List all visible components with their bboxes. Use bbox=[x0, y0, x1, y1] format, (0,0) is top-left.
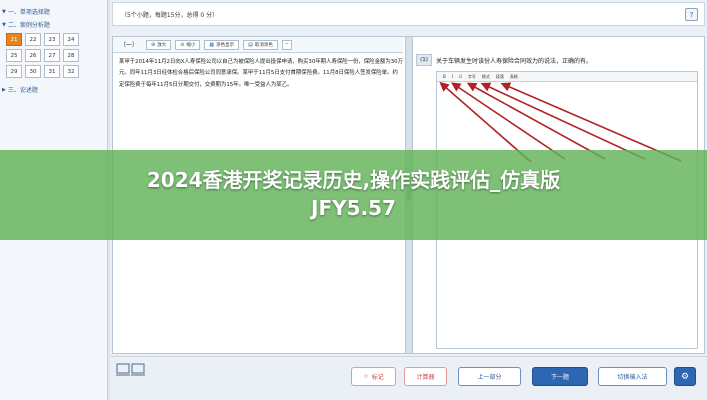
question-number-button[interactable]: 27 bbox=[44, 49, 60, 62]
mark-label: 标记 bbox=[371, 374, 384, 381]
passage-toolbar: （一） ⊕ 放大 ⊖ 缩小 ▦ 涂色显示 ▤ 取消涂色 − bbox=[113, 37, 403, 53]
underline-button[interactable]: U bbox=[459, 74, 462, 79]
sidebar-section-label: 一、单项选择题 bbox=[7, 9, 50, 16]
format-button[interactable]: 格式 bbox=[482, 74, 490, 80]
section-info-bar: （5个小题，每题15分，总得 0 分） ? bbox=[112, 2, 705, 26]
exam-screen: ▼ 一、单项选择题 ▼ 二、案例分析题 21 22 23 24 25 26 27… bbox=[0, 0, 707, 400]
calculator-icon[interactable] bbox=[116, 363, 146, 377]
clear-highlight-button[interactable]: ▤ 取消涂色 bbox=[243, 39, 278, 50]
zoom-out-icon: ⊖ bbox=[180, 41, 185, 48]
collapse-button[interactable]: − bbox=[281, 39, 292, 50]
gear-icon: ⚙ bbox=[680, 371, 690, 382]
zoom-in-button[interactable]: ⊕ 放大 bbox=[146, 39, 172, 50]
sub-question-number: (1) bbox=[416, 54, 432, 66]
zoom-out-button[interactable]: ⊖ 缩小 bbox=[175, 39, 201, 50]
font-size-button[interactable]: 字号 bbox=[468, 74, 476, 80]
previous-part-label: 上一部分 bbox=[477, 374, 502, 381]
bold-button[interactable]: B bbox=[443, 74, 446, 79]
table-button[interactable]: 表格 bbox=[510, 74, 518, 80]
zoom-in-icon: ⊕ bbox=[151, 41, 156, 48]
question-number-button[interactable]: 23 bbox=[44, 33, 60, 46]
settings-button[interactable]: ⚙ bbox=[674, 367, 696, 386]
switch-input-method-label: 切换输入法 bbox=[617, 374, 648, 381]
question-number-button[interactable]: 26 bbox=[25, 49, 41, 62]
help-icon: ? bbox=[689, 10, 694, 19]
banner-title: 2024香港开奖记录历史,操作实践评估_仿真版 JFY5.57 bbox=[0, 166, 707, 222]
question-number-button[interactable]: 29 bbox=[6, 65, 22, 78]
footer-bar: ☆ 标记 计算器 上一部分 下一题 切换输入法 ⚙ bbox=[110, 356, 707, 400]
highlight-icon: ▦ bbox=[209, 41, 215, 48]
case-label: （一） bbox=[120, 42, 139, 49]
previous-part-button[interactable]: 上一部分 bbox=[458, 367, 521, 386]
sidebar-section-single-choice[interactable]: ▼ 一、单项选择题 bbox=[0, 6, 107, 17]
expand-triangle-icon: ▼ bbox=[2, 8, 6, 15]
question-number-button[interactable]: 22 bbox=[25, 33, 41, 46]
zoom-out-label: 缩小 bbox=[186, 42, 196, 48]
calculator-label: 计算器 bbox=[416, 374, 435, 381]
sub-question-text: 关于车辆发生时该份人寿保险合同效力的说法，正确的有。 bbox=[436, 58, 593, 65]
case-passage: 某甲于2014年11月2日向X人寿保险公司以自己为被保险人提出投保申请，购买30… bbox=[119, 59, 403, 88]
help-button[interactable]: ? bbox=[685, 8, 698, 21]
next-question-label: 下一题 bbox=[550, 374, 569, 381]
section-info-text: （5个小题，每题15分，总得 0 分） bbox=[121, 12, 219, 19]
highlight-label: 涂色显示 bbox=[216, 42, 235, 48]
question-number-button[interactable]: 30 bbox=[25, 65, 41, 78]
expand-triangle-icon: ▼ bbox=[2, 21, 6, 28]
clear-highlight-label: 取消涂色 bbox=[254, 42, 273, 48]
mark-button[interactable]: ☆ 标记 bbox=[351, 367, 396, 386]
question-number-button[interactable]: 24 bbox=[63, 33, 79, 46]
collapse-triangle-icon: ▶ bbox=[2, 86, 6, 93]
sidebar-section-essay[interactable]: ▶ 三、论述题 bbox=[0, 84, 107, 95]
question-number-button[interactable]: 25 bbox=[6, 49, 22, 62]
sidebar-section-label: 二、案例分析题 bbox=[7, 22, 50, 29]
title-banner: 2024香港开奖记录历史,操作实践评估_仿真版 JFY5.57 bbox=[0, 150, 707, 240]
calculator-button[interactable]: 计算器 bbox=[404, 367, 447, 386]
question-number-button[interactable]: 31 bbox=[44, 65, 60, 78]
highlight-button[interactable]: ▦ 涂色显示 bbox=[204, 39, 240, 50]
question-number-grid: 21 22 23 24 25 26 27 28 29 30 31 32 bbox=[0, 30, 107, 78]
banner-title-line1: 2024香港开奖记录历史,操作实践评估_仿真版 bbox=[146, 168, 561, 192]
next-question-button[interactable]: 下一题 bbox=[532, 367, 588, 386]
sidebar-section-label: 三、论述题 bbox=[7, 87, 38, 94]
minus-icon: − bbox=[285, 42, 289, 47]
clear-highlight-icon: ▤ bbox=[248, 41, 253, 48]
banner-title-line2: JFY5.57 bbox=[311, 196, 396, 220]
question-number-button[interactable]: 21 bbox=[6, 33, 22, 46]
zoom-in-label: 放大 bbox=[157, 42, 167, 48]
italic-button[interactable]: I bbox=[452, 74, 453, 79]
question-number-button[interactable]: 28 bbox=[63, 49, 79, 62]
editor-toolbar: B I U 字号 格式 段落 表格 bbox=[437, 72, 697, 82]
paragraph-button[interactable]: 段落 bbox=[496, 74, 504, 80]
question-number-button[interactable]: 32 bbox=[63, 65, 79, 78]
star-icon: ☆ bbox=[363, 373, 369, 380]
sidebar-section-case-analysis[interactable]: ▼ 二、案例分析题 bbox=[0, 19, 107, 30]
switch-input-method-button[interactable]: 切换输入法 bbox=[598, 367, 667, 386]
